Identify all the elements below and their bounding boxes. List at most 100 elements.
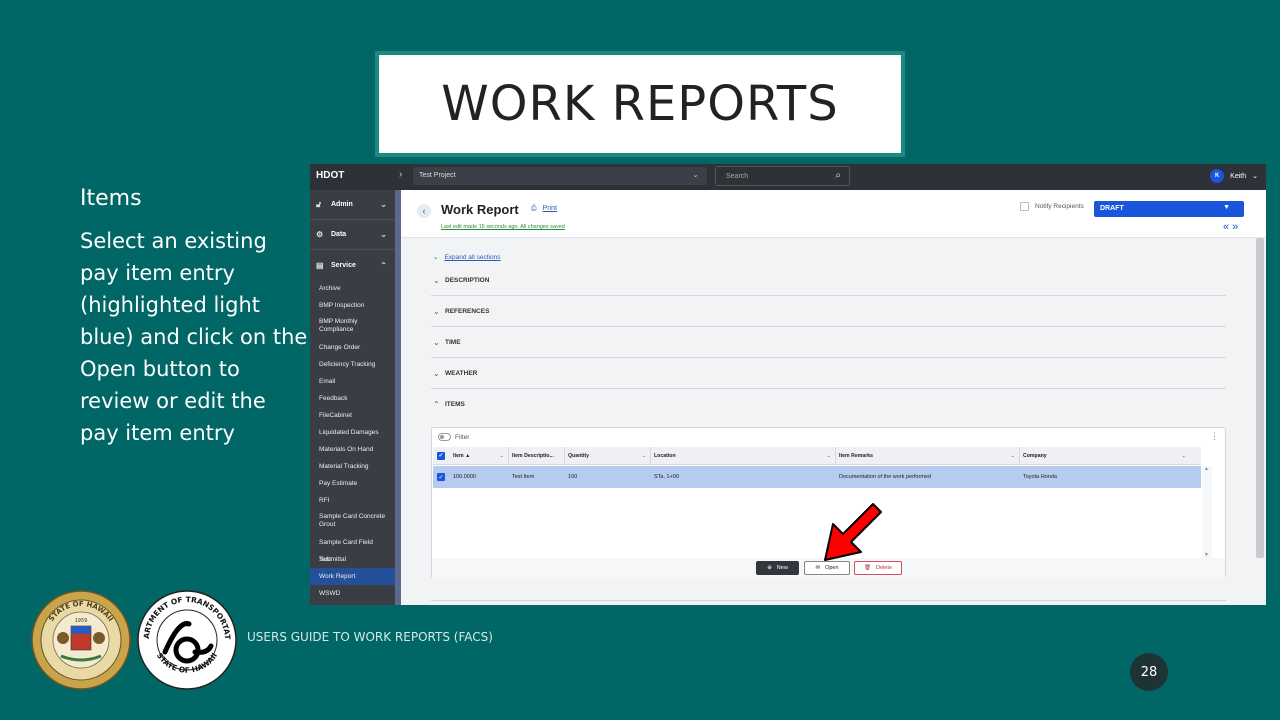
chevron-up-icon: ⌃ [380, 260, 387, 270]
double-chevron-left-icon[interactable]: « [1223, 221, 1232, 233]
column-menu-icon[interactable]: ⌄ [500, 453, 504, 459]
cell-remarks: Documentation of the work performed [839, 474, 932, 480]
search-placeholder: Search [726, 173, 749, 180]
section-items[interactable]: ⌃ ITEMS [431, 389, 1226, 420]
column-header-description[interactable]: Item Descriptio... [509, 447, 565, 464]
column-label: Quantity [568, 452, 590, 459]
top-bar: HDOT › Test Project ⌄ Search ⌕ K Keith ⌄ [310, 164, 1266, 190]
sidebar-item-work-report[interactable]: Work Report [310, 568, 395, 585]
project-select[interactable]: Test Project ⌄ [413, 167, 707, 185]
brand-logo[interactable]: HDOT [316, 170, 344, 181]
page-scrollbar[interactable] [1256, 238, 1264, 558]
sidebar-group-label: Admin [331, 201, 353, 208]
avatar: K [1210, 169, 1225, 183]
column-label: Item [453, 452, 464, 459]
column-header-location[interactable]: Location ⌄ [651, 447, 836, 464]
column-menu-icon[interactable]: ⌄ [827, 453, 831, 459]
sidebar-item-wswd[interactable]: WSWD [310, 585, 395, 602]
user-menu[interactable]: K Keith ⌄ [1210, 169, 1258, 183]
double-chevron-right-icon[interactable]: » [1232, 221, 1241, 233]
column-menu-icon[interactable]: ⌄ [1011, 453, 1015, 459]
toggle-icon[interactable] [438, 433, 451, 441]
sidebar-item-feedback[interactable]: Feedback [310, 390, 395, 407]
notify-recipients[interactable]: Notify Recipients [1020, 202, 1084, 211]
sidebar-item-submittal[interactable]: Submittal [310, 551, 395, 568]
page-title: Work Report [441, 202, 519, 217]
footer-text: USERS GUIDE TO WORK REPORTS (FACS) [247, 630, 493, 644]
cell-item: 100.0000 [453, 474, 476, 480]
sidebar-group-admin[interactable]: 🔓︎ Admin ⌄ [310, 190, 395, 220]
sidebar-item-liquidated-damages[interactable]: Liquidated Damages [310, 424, 395, 441]
column-header-item[interactable]: Item ▲ ⌄ [451, 447, 509, 464]
column-menu-icon[interactable]: ⌄ [642, 453, 646, 459]
chevron-down-icon: ⌄ [1252, 173, 1258, 180]
sidebar-item-bmp-inspection[interactable]: BMP Inspection [310, 297, 395, 314]
sidebar: 🔓︎ Admin ⌄ ⚙︎ Data ⌄ ▤ Service ⌃ Archive… [310, 190, 395, 605]
section-weather[interactable]: ⌄ WEATHER [431, 358, 1226, 389]
notify-checkbox[interactable] [1020, 202, 1029, 211]
status-select[interactable]: DRAFT ▼ [1094, 201, 1244, 217]
expand-all-link[interactable]: ⌄ Expand all sections [433, 253, 500, 261]
grid-scrollbar[interactable]: ▲ ▼ [1202, 466, 1212, 558]
section-time[interactable]: ⌄ TIME [431, 327, 1226, 358]
cell-quantity: 100 [568, 474, 578, 480]
column-header-quantity[interactable]: Quantity ⌄ [565, 447, 651, 464]
data-icon: ⚙︎ [316, 230, 324, 239]
record-nav[interactable]: «» [1223, 221, 1241, 233]
search-icon[interactable]: ⌕ [835, 170, 841, 181]
sidebar-item-material-tracking[interactable]: Material Tracking [310, 458, 395, 475]
row-checkbox[interactable]: ✓ [437, 466, 451, 488]
check-icon: ✓ [437, 473, 445, 481]
column-menu-icon[interactable]: ⌄ [1182, 453, 1186, 459]
table-row[interactable]: ✓ 100.0000 Test Item 100 STa. 1+00 Docum… [433, 466, 1201, 488]
select-all-checkbox[interactable]: ✓ [437, 447, 451, 464]
sidebar-group-service[interactable]: ▤ Service ⌃ [310, 250, 395, 280]
report-header: ‹ Work Report ⎙ Print Last edit made 15 s… [401, 190, 1266, 238]
caret-down-icon: ▼ [1223, 204, 1230, 211]
column-header-company[interactable]: Company ⌄ [1020, 447, 1190, 464]
sidebar-item-filecabinet[interactable]: FileCabinet [310, 407, 395, 424]
section-references[interactable]: ⌄ REFERENCES [431, 296, 1226, 327]
plus-circle-icon: ⊕ [767, 565, 772, 571]
scroll-up-icon[interactable]: ▲ [1204, 466, 1209, 472]
chevron-up-icon: ⌃ [433, 400, 440, 409]
user-name: Keith [1230, 172, 1247, 180]
project-select-value: Test Project [419, 172, 456, 179]
filter-toggle[interactable]: Filter [438, 433, 469, 441]
instruction-heading: Items [80, 186, 142, 211]
sidebar-item-deficiency-tracking[interactable]: Deficiency Tracking [310, 356, 395, 373]
column-label: Item Remarks [839, 452, 874, 459]
column-header-remarks[interactable]: Item Remarks ⌄ [836, 447, 1020, 464]
sidebar-item-rfi[interactable]: RFI [310, 492, 395, 509]
chevron-right-icon[interactable]: › [399, 169, 402, 180]
sidebar-item-pay-estimate[interactable]: Pay Estimate [310, 475, 395, 492]
sidebar-group-label: Service [331, 261, 356, 269]
filter-label: Filter [455, 433, 470, 441]
notify-label: Notify Recipients [1035, 203, 1084, 210]
new-label: New [776, 565, 788, 571]
sidebar-item-materials-on-hand[interactable]: Materials On Hand [310, 441, 395, 458]
back-button[interactable]: ‹ [417, 204, 431, 218]
chevron-down-icon: ⌄ [433, 368, 440, 378]
dot-logo: DEPARTMENT OF TRANSPORTATION STATE OF HA… [137, 590, 237, 690]
printer-icon: ⎙ [531, 205, 537, 212]
section-description[interactable]: ⌄ DESCRIPTION [431, 265, 1226, 296]
page-number: 28 [1130, 653, 1168, 691]
sidebar-item-sample-card-field-test[interactable]: Sample Card Field Test [310, 534, 395, 563]
sidebar-item-bmp-monthly-compliance[interactable]: BMP Monthly Compliance [310, 314, 395, 339]
sidebar-item-change-order[interactable]: Change Order [310, 339, 395, 356]
check-icon: ✓ [437, 451, 445, 460]
column-label: Item Descriptio... [512, 452, 554, 459]
cell-location: STa. 1+00 [654, 474, 679, 480]
sidebar-item-sample-card-concrete-grout[interactable]: Sample Card Concrete Grout [310, 509, 395, 534]
search-input[interactable]: Search ⌕ [715, 166, 850, 186]
section-label: TIME [445, 338, 461, 346]
sidebar-item-email[interactable]: Email [310, 373, 395, 390]
new-button[interactable]: ⊕ New [756, 561, 799, 575]
more-options-icon[interactable]: ⋮ [1210, 431, 1219, 442]
instruction-text: Items Select an existing pay item entry … [80, 186, 310, 449]
sidebar-item-archive[interactable]: Archive [310, 280, 395, 297]
slide-title-box: WORK REPORTS [375, 51, 905, 157]
sidebar-group-data[interactable]: ⚙︎ Data ⌄ [310, 220, 395, 250]
print-link[interactable]: ⎙ Print [531, 205, 557, 213]
